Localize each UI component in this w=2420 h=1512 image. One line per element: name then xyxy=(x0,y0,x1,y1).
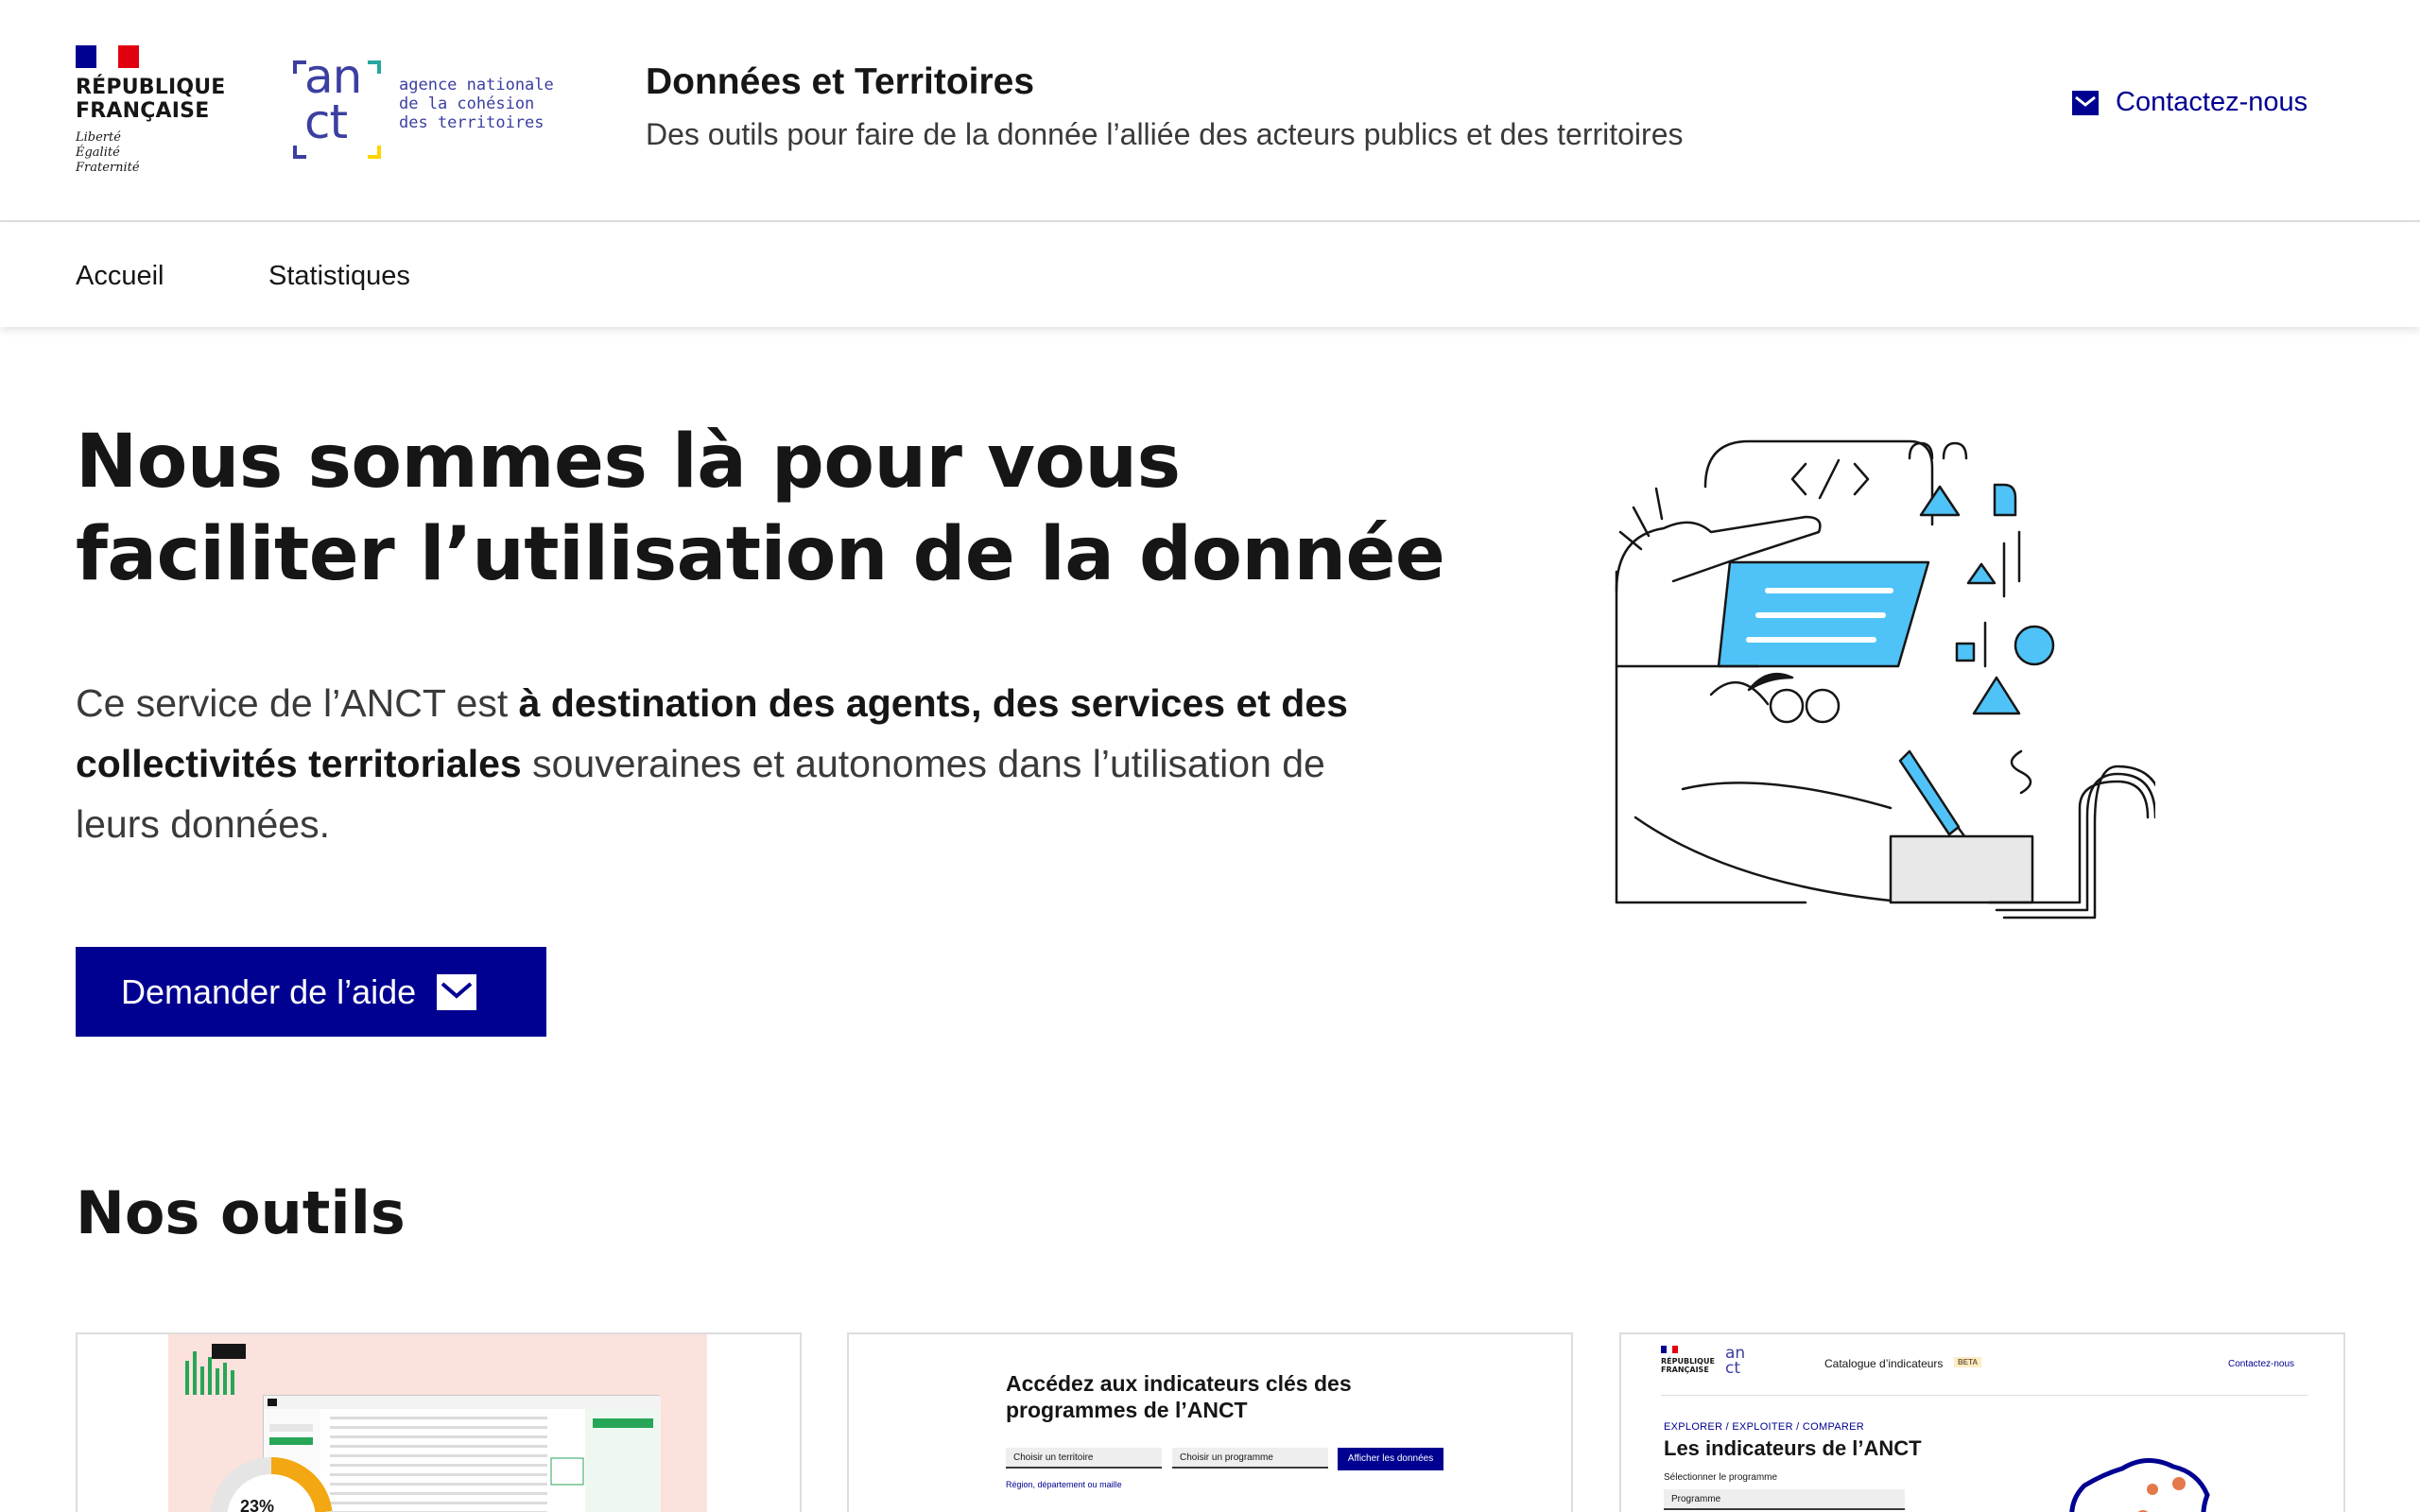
program-select: Programme xyxy=(1664,1489,1905,1510)
beta-badge: BETA xyxy=(1954,1357,1982,1367)
show-data-button: Afficher les données xyxy=(1338,1448,1443,1470)
mail-icon xyxy=(437,973,477,1010)
program-select-label: Sélectionner le programme xyxy=(1664,1472,1778,1483)
tools-section-title: Nos outils xyxy=(76,1178,406,1247)
contact-label: Contactez-nous xyxy=(2116,87,2308,117)
bar-chart-icon xyxy=(185,1344,246,1395)
anct-logo-text: agence nationale de la cohésion des terr… xyxy=(399,76,554,132)
french-flag-icon xyxy=(76,45,139,68)
anct-logo[interactable]: an ct agence nationale de la cohésion de… xyxy=(293,53,577,165)
main-nav: Accueil Statistiques xyxy=(0,223,2420,327)
site-title[interactable]: Données et Territoires xyxy=(646,59,1034,106)
catalog-title: Catalogue d’indicateurs xyxy=(1824,1357,1944,1370)
contact-link[interactable]: Contactez-nous xyxy=(2072,87,2308,118)
hero-description: Ce service de l’ANCT est à destination d… xyxy=(76,681,1348,846)
french-flag-icon xyxy=(1661,1346,1678,1353)
nav-item-accueil[interactable]: Accueil xyxy=(76,257,164,295)
nav-item-statistiques[interactable]: Statistiques xyxy=(268,257,410,295)
hero-illustration xyxy=(1615,439,2155,919)
mini-anct-logo: an ct xyxy=(1725,1344,1746,1378)
tool-card-indicators[interactable]: Accédez aux indicateurs clés des program… xyxy=(847,1332,1573,1512)
divider xyxy=(1661,1395,2308,1396)
france-map-icon xyxy=(2069,1458,2210,1512)
tool-card-dashboard[interactable]: 23% xyxy=(76,1332,802,1512)
catalog-heading: Les indicateurs de l’ANCT xyxy=(1664,1436,1922,1460)
territory-select: Choisir un territoire xyxy=(1006,1448,1162,1469)
republique-motto: Liberté Égalité Fraternité xyxy=(76,130,140,175)
granularity-checkbox-label: Région, département ou maille xyxy=(1006,1480,1122,1489)
program-select: Choisir un programme xyxy=(1172,1448,1328,1469)
catalog-kicker: EXPLORER / EXPLOITER / COMPARER xyxy=(1664,1421,1865,1433)
tool-card-catalog[interactable]: RÉPUBLIQUE FRANÇAISE an ct Catalogue d’i… xyxy=(1619,1332,2345,1512)
hero-title: Nous sommes là pour vous faciliter l’uti… xyxy=(76,420,1445,597)
republique-francaise-logo[interactable]: RÉPUBLIQUE FRANÇAISE Liberté Égalité Fra… xyxy=(76,45,236,176)
request-help-button[interactable]: Demander de l’aide xyxy=(76,947,546,1037)
site-header: RÉPUBLIQUE FRANÇAISE Liberté Égalité Fra… xyxy=(0,0,2420,222)
republique-francaise-text: RÉPUBLIQUE FRANÇAISE xyxy=(76,76,226,123)
mini-republique-text: RÉPUBLIQUE FRANÇAISE xyxy=(1661,1357,1715,1374)
site-tagline: Des outils pour faire de la donnée l’all… xyxy=(646,117,1684,151)
request-help-label: Demander de l’aide xyxy=(121,971,417,1011)
anct-mark-icon: an ct xyxy=(293,53,383,161)
mail-icon xyxy=(2072,90,2099,115)
donut-percentage: 23% xyxy=(240,1497,275,1512)
indicators-preview-title: Accédez aux indicateurs clés des program… xyxy=(1006,1371,1352,1422)
mini-contact-link: Contactez-nous xyxy=(2228,1359,2295,1369)
